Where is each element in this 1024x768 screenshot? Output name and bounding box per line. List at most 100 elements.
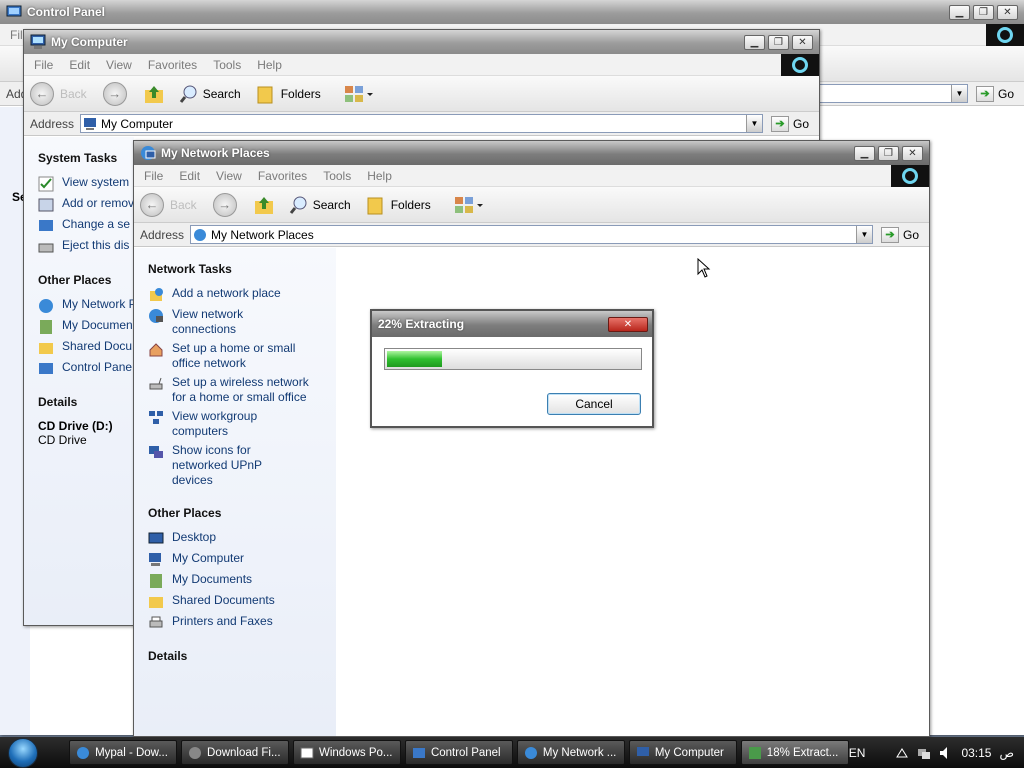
clock[interactable]: 03:15 <box>961 746 991 760</box>
task-eject-disc[interactable]: Eject this dis <box>38 238 134 255</box>
address-value: My Computer <box>101 116 174 131</box>
cancel-button[interactable]: Cancel <box>547 393 641 415</box>
go-button[interactable]: ➔ Go <box>880 226 919 243</box>
go-arrow-icon: ➔ <box>975 85 994 102</box>
minimize-button[interactable]: ▁ <box>744 34 765 50</box>
close-button[interactable]: ✕ <box>997 4 1018 20</box>
check-icon <box>38 176 54 192</box>
chevron-down-icon[interactable]: ▼ <box>855 226 872 243</box>
place-shared-documents[interactable]: Shared Documents <box>148 593 336 610</box>
network-tray-icon[interactable] <box>917 746 931 760</box>
close-button[interactable]: ✕ <box>608 316 648 332</box>
task-change-setting[interactable]: Change a se <box>38 217 134 234</box>
menu-help[interactable]: Help <box>257 58 282 72</box>
forward-button[interactable]: → <box>102 81 127 106</box>
menu-favorites[interactable]: Favorites <box>258 169 307 183</box>
place-my-documents[interactable]: My Documen <box>38 318 134 335</box>
taskbar-item-download[interactable]: Download Fi... <box>181 740 289 765</box>
menu-favorites[interactable]: Favorites <box>148 58 197 72</box>
menu-help[interactable]: Help <box>367 169 392 183</box>
add-network-place-icon <box>150 288 163 301</box>
search-button[interactable]: Search <box>289 195 351 215</box>
folders-icon <box>257 86 273 103</box>
window-title: My Computer <box>51 35 128 49</box>
menu-file[interactable]: File <box>34 58 53 72</box>
taskbar-item-network[interactable]: My Network ... <box>516 740 625 765</box>
extract-dialog-titlebar[interactable]: 22% Extracting ✕ <box>372 311 652 337</box>
extract-dialog[interactable]: 22% Extracting ✕ Cancel <box>370 309 654 428</box>
back-button[interactable]: ← <box>30 81 54 106</box>
minimize-button[interactable]: ▁ <box>854 145 875 161</box>
system-tasks-section: System Tasks View system information Add… <box>38 151 195 255</box>
menu-view[interactable]: View <box>216 169 242 183</box>
desktop-icon <box>148 532 164 544</box>
computer-icon <box>84 117 97 130</box>
taskbar-item-my-computer[interactable]: My Computer <box>628 740 737 765</box>
address-input[interactable]: My Computer ▼ <box>80 114 763 133</box>
place-my-documents[interactable]: My Documents <box>148 572 336 589</box>
search-button[interactable]: Search <box>179 84 241 104</box>
details-section: Details <box>148 649 336 663</box>
task-add-remove-programs[interactable]: Add or remove programs <box>38 196 195 213</box>
go-button[interactable]: ➔ Go <box>975 85 1014 102</box>
task-view-network-connections[interactable]: View network connections <box>148 307 336 337</box>
folders-button[interactable]: Folders <box>365 195 431 215</box>
menu-edit[interactable]: Edit <box>69 58 90 72</box>
menu-view[interactable]: View <box>106 58 132 72</box>
views-button[interactable] <box>343 84 373 104</box>
menu-edit[interactable]: Edit <box>179 169 200 183</box>
place-desktop[interactable]: Desktop <box>148 530 336 547</box>
restore-button[interactable]: ❐ <box>878 145 899 161</box>
start-button[interactable] <box>0 737 45 768</box>
task-show-upnp-icons[interactable]: Show icons for networked UPnP devices <box>148 443 336 488</box>
close-button[interactable]: ✕ <box>792 34 813 50</box>
tray-up-arrow-icon[interactable] <box>895 746 909 760</box>
chevron-down-icon[interactable]: ▼ <box>950 85 967 102</box>
wireless-icon <box>149 377 163 390</box>
volume-icon[interactable] <box>939 746 953 760</box>
task-view-workgroup[interactable]: View workgroup computers <box>148 409 336 439</box>
restore-button[interactable]: ❐ <box>973 4 994 20</box>
go-arrow-icon: ➔ <box>880 226 899 243</box>
place-my-network[interactable]: My Network P <box>38 297 137 314</box>
task-add-network-place[interactable]: Add a network place <box>148 286 336 303</box>
windows-logo <box>986 24 1024 46</box>
place-shared-documents[interactable]: Shared Docu <box>38 339 134 356</box>
taskbar-item-extract[interactable]: 18% Extract... <box>740 740 849 765</box>
place-control-panel[interactable]: Control Pane <box>38 360 134 377</box>
taskbar-item-windows-po[interactable]: Windows Po... <box>292 740 401 765</box>
forward-button[interactable]: → <box>212 192 237 217</box>
close-button[interactable]: ✕ <box>902 145 923 161</box>
task-setup-wireless-network[interactable]: Set up a wireless network for a home or … <box>148 375 336 405</box>
back-button[interactable]: ← <box>140 192 164 217</box>
views-button[interactable] <box>453 195 483 215</box>
address-input[interactable]: My Network Places ▼ <box>190 225 873 244</box>
go-label: Go <box>902 227 919 242</box>
upnp-icon <box>149 446 163 458</box>
menu-file[interactable]: File <box>144 169 163 183</box>
chevron-down-icon[interactable]: ▼ <box>745 115 762 132</box>
my-computer-titlebar[interactable]: My Computer ▁ ❐ ✕ <box>24 30 819 54</box>
task-setup-home-network[interactable]: Set up a home or small office network <box>148 341 336 371</box>
go-button[interactable]: ➔ Go <box>770 115 809 132</box>
taskbar-item-control-panel[interactable]: Control Panel <box>404 740 513 765</box>
folders-button[interactable]: Folders <box>255 84 321 104</box>
language-indicator[interactable]: EN <box>849 746 866 760</box>
menu-tools[interactable]: Tools <box>213 58 241 72</box>
place-printers-faxes[interactable]: Printers and Faxes <box>148 614 336 631</box>
network-places-titlebar[interactable]: My Network Places ▁ ❐ ✕ <box>134 141 929 165</box>
taskbar-item-mypal[interactable]: Mypal - Dow... <box>69 740 178 765</box>
network-places-window[interactable]: My Network Places ▁ ❐ ✕ File Edit View F… <box>133 140 930 737</box>
restore-button[interactable]: ❐ <box>768 34 789 50</box>
place-my-computer[interactable]: My Computer <box>148 551 336 568</box>
control-panel-titlebar[interactable]: Control Panel ▁ ❐ ✕ <box>0 0 1024 24</box>
task-view-system-info[interactable]: View system information <box>38 175 192 192</box>
menu-tools[interactable]: Tools <box>323 169 351 183</box>
dialog-title: 22% Extracting <box>378 317 465 331</box>
up-button[interactable] <box>253 195 275 215</box>
menu-file[interactable]: Fil <box>10 28 23 42</box>
back-label: Back <box>170 197 197 212</box>
window-title: My Network Places <box>161 146 270 160</box>
up-button[interactable] <box>143 84 165 104</box>
minimize-button[interactable]: ▁ <box>949 4 970 20</box>
